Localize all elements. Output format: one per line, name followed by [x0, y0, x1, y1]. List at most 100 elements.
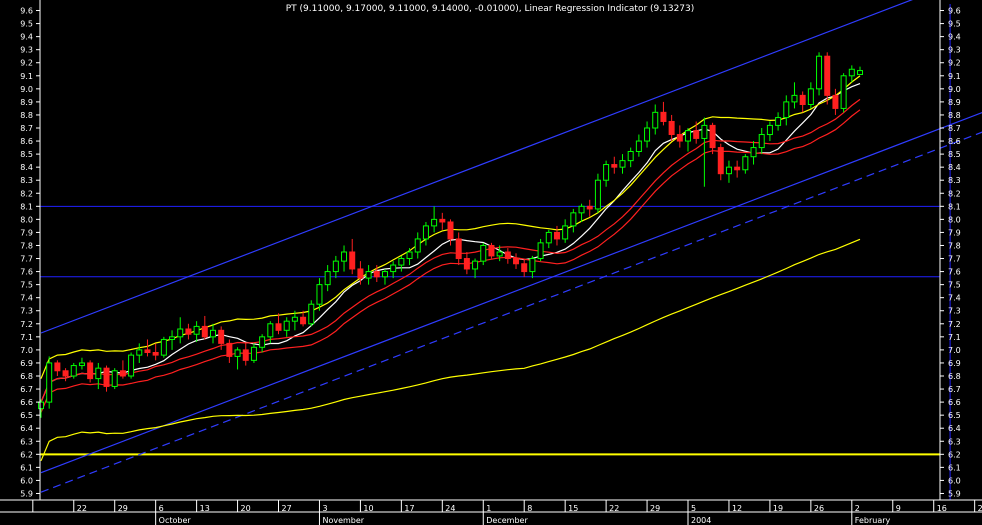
candle-body — [46, 362, 53, 403]
candle-body — [234, 349, 241, 357]
y-tick-label-left: 6.2 — [20, 450, 33, 459]
candle-body — [644, 127, 651, 142]
chart-background — [0, 0, 982, 525]
candle-body — [373, 271, 380, 278]
candle-body — [332, 260, 339, 273]
candle-body — [201, 325, 208, 338]
y-tick-label-right: 9.1 — [948, 72, 961, 81]
candle-body — [431, 218, 438, 227]
y-tick-label-right: 9.4 — [948, 33, 961, 42]
candle-body — [177, 328, 184, 338]
y-tick-label-left: 9.2 — [20, 59, 33, 68]
y-tick-label-right: 6.2 — [948, 450, 961, 459]
y-tick-label-left: 9.5 — [20, 20, 33, 29]
candle-body — [840, 75, 847, 109]
candle-body — [750, 147, 757, 158]
y-tick-label-right: 8.4 — [948, 163, 961, 172]
candle-body — [259, 336, 266, 348]
candle-body — [603, 164, 610, 181]
candle-body — [349, 251, 356, 270]
candle-body — [70, 365, 77, 377]
candle-body — [185, 328, 192, 335]
y-tick-label-right: 6.6 — [948, 398, 961, 407]
candle-body — [513, 258, 520, 265]
candle-body — [283, 320, 290, 331]
candle-body — [463, 258, 470, 270]
y-tick-label-right: 7.3 — [948, 307, 961, 316]
y-tick-label-right: 7.2 — [948, 320, 961, 329]
y-tick-label-left: 6.6 — [20, 398, 33, 407]
candle-body — [816, 55, 823, 90]
candle-body — [111, 370, 118, 387]
y-tick-label-left: 7.0 — [20, 346, 33, 355]
candle-body — [128, 354, 135, 377]
y-tick-label-right: 6.3 — [948, 437, 961, 446]
y-tick-label-right: 7.4 — [948, 294, 961, 303]
y-tick-label-right: 8.6 — [948, 137, 961, 146]
candle-body — [553, 231, 560, 240]
candle-body — [291, 316, 298, 322]
y-tick-label-right: 8.9 — [948, 98, 961, 107]
candle-body — [267, 323, 274, 338]
candle-body — [848, 68, 855, 77]
y-tick-label-right: 9.5 — [948, 20, 961, 29]
y-tick-label-left: 8.8 — [20, 111, 33, 120]
candle-body — [734, 166, 741, 171]
candle-body — [160, 338, 167, 356]
candle-body — [308, 303, 315, 325]
candle-body — [381, 271, 388, 278]
y-tick-label-right: 8.8 — [948, 111, 961, 120]
candle-body — [766, 124, 773, 136]
y-tick-label-right: 7.1 — [948, 333, 961, 342]
candle-body — [758, 134, 765, 149]
candle-body — [742, 156, 749, 171]
candle-body — [414, 238, 421, 253]
candle-body — [685, 130, 692, 142]
y-tick-label-right: 8.7 — [948, 124, 961, 133]
candle-body — [562, 225, 569, 240]
candle-body — [799, 94, 806, 106]
candle-body — [95, 367, 102, 380]
y-tick-label-left: 6.0 — [20, 476, 33, 485]
y-tick-label-right: 6.5 — [948, 411, 961, 420]
x-month-label: November — [322, 516, 364, 525]
y-tick-label-right: 6.7 — [948, 385, 961, 394]
candle-body — [193, 325, 200, 335]
y-tick-label-right: 7.5 — [948, 281, 961, 290]
y-tick-label-right: 8.1 — [948, 202, 961, 211]
candle-body — [668, 120, 675, 136]
candle-body — [586, 205, 593, 210]
y-tick-label-left: 9.1 — [20, 72, 33, 81]
candle-body — [406, 251, 413, 260]
y-tick-label-right: 6.1 — [948, 463, 961, 472]
candle-body — [87, 362, 94, 380]
candle-body — [357, 268, 364, 279]
candle-body — [275, 323, 282, 331]
candle-body — [209, 329, 216, 338]
y-tick-label-left: 8.0 — [20, 215, 33, 224]
y-tick-label-left: 6.8 — [20, 372, 33, 381]
y-tick-label-left: 7.8 — [20, 241, 33, 250]
y-tick-label-left: 8.9 — [20, 98, 33, 107]
candle-body — [660, 111, 667, 122]
candle-body — [144, 349, 151, 354]
y-tick-label-left: 7.7 — [20, 255, 33, 264]
candle-body — [578, 205, 585, 214]
y-tick-label-left: 6.7 — [20, 385, 33, 394]
y-tick-label-left: 9.6 — [20, 7, 33, 16]
y-tick-label-right: 9.0 — [948, 85, 961, 94]
candle-body — [62, 370, 69, 377]
y-tick-label-right: 8.5 — [948, 150, 961, 159]
candle-body — [218, 329, 225, 344]
y-tick-label-right: 9.6 — [948, 7, 961, 16]
y-tick-label-left: 7.4 — [20, 294, 33, 303]
candle-body — [709, 124, 716, 149]
y-tick-label-left: 7.6 — [20, 268, 33, 277]
candle-body — [537, 242, 544, 260]
candle-body — [594, 179, 601, 210]
candle-body — [455, 238, 462, 260]
candle-body — [169, 336, 176, 340]
candle-body — [824, 55, 831, 96]
candle-body — [611, 164, 618, 168]
y-tick-label-left: 9.0 — [20, 85, 33, 94]
